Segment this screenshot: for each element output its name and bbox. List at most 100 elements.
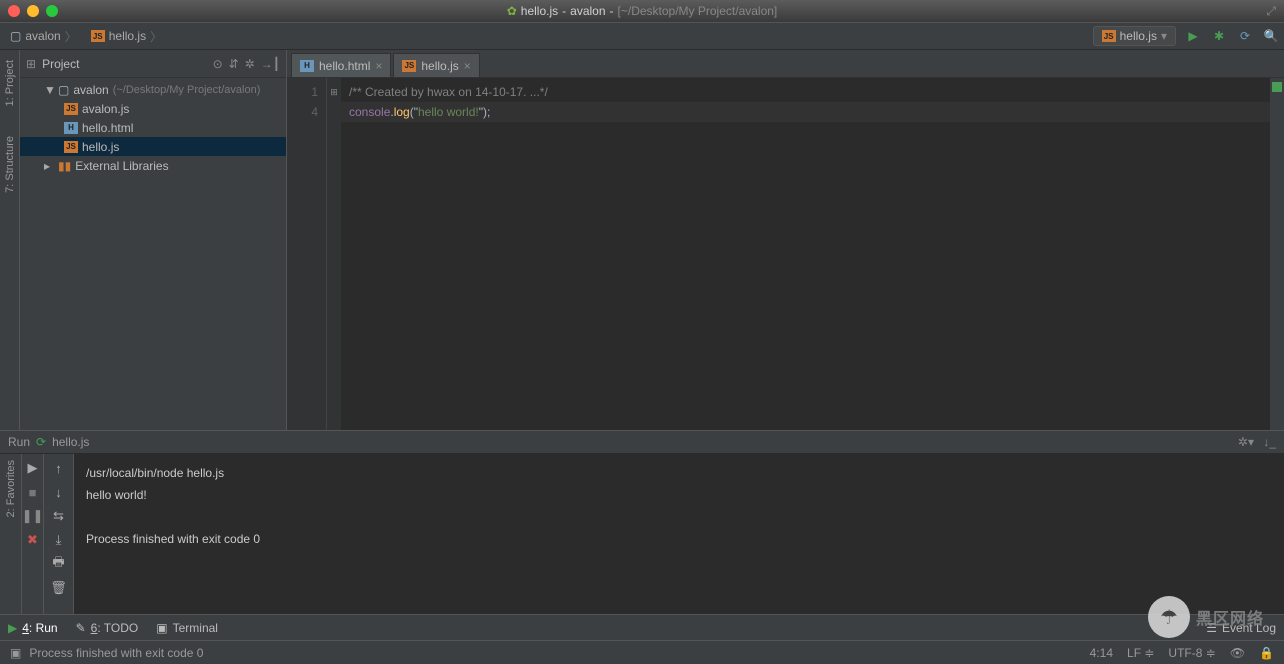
collapse-all-icon[interactable]: ⇵ [229,57,239,71]
tree-root[interactable]: ▼ ▢ avalon (~/Desktop/My Project/avalon) [20,80,286,99]
play-icon: ▶ [8,621,17,635]
close-tab-icon[interactable]: × [464,59,471,73]
tool-window-favorites[interactable]: 2: Favorites [5,460,17,517]
window-controls [8,5,58,17]
tree-file-label: hello.js [82,140,119,154]
project-view-icon[interactable]: ⊞ [26,57,36,71]
status-cursor[interactable]: 4:14 [1090,646,1113,660]
clear-button[interactable]: 🗑 [51,580,67,596]
tool-run[interactable]: ▶ 4: Run [8,621,58,635]
lock-icon[interactable]: 🔒 [1259,646,1274,660]
close-button[interactable]: ✖ [25,532,41,548]
minimize-window-button[interactable] [27,5,39,17]
down-button[interactable]: ↓ [51,484,67,500]
line-number: 4 [287,102,318,122]
tab-hello-html[interactable]: H hello.html × [291,53,391,77]
breadcrumb-item-hellojs[interactable]: JS hello.js 〉 [85,26,168,47]
code-area[interactable]: /** Created by hwax on 14-10-17. ...*/ c… [341,78,1270,430]
editor-area: H hello.html × JS hello.js × 1 4 ⊞ /** C… [287,50,1284,430]
close-window-button[interactable] [8,5,20,17]
tool-window-project[interactable]: 1: Project [4,60,16,106]
stop-button[interactable]: ■ [25,484,41,500]
tool-terminal-label: Terminal [173,621,218,635]
status-window-icon[interactable]: ▣ [10,646,21,660]
update-button[interactable]: ⟳ [1236,27,1254,45]
hide-panel-icon[interactable]: →┃ [261,57,280,71]
folder-icon: ▢ [10,29,21,43]
soft-wrap-button[interactable]: ⇆ [51,508,67,524]
breadcrumb: ▢ avalon 〉 JS hello.js 〉 [4,26,168,47]
print-button[interactable]: 🖶 [51,556,67,572]
tool-run-label: 4: Run [22,621,57,635]
project-panel: ⊞ Project ⊙ ⇵ ✲ →┃ ▼ ▢ avalon (~/Desktop… [20,50,287,430]
titlebar: ✿ hello.js - avalon - [~/Desktop/My Proj… [0,0,1284,22]
tool-terminal[interactable]: ▣ Terminal [156,621,218,635]
code-token: "); [479,105,491,119]
project-title: Project [42,57,207,71]
status-bar: ▣ Process finished with exit code 0 4:14… [0,640,1284,664]
html-file-icon: H [300,60,314,72]
tree-external-libraries[interactable]: ▸ ▮▮ External Libraries [20,156,286,175]
fold-gutter: ⊞ [327,78,341,430]
tab-label: hello.html [319,59,370,73]
code-body[interactable]: 1 4 ⊞ /** Created by hwax on 14-10-17. .… [287,78,1284,430]
fullscreen-icon[interactable]: ⤢ [1266,4,1276,19]
run-button[interactable]: ▶ [1184,27,1202,45]
run-panel-header: Run ⟳ hello.js ✲▾ ↓_ [0,430,1284,454]
tree-file-hello-js[interactable]: JS hello.js [20,137,286,156]
tree-file-avalon-js[interactable]: JS avalon.js [20,99,286,118]
run-left-gutter: 2: Favorites [0,454,22,614]
tool-window-structure[interactable]: 7: Structure [4,136,16,193]
app-icon: ✿ [507,4,517,18]
up-button[interactable]: ↑ [51,460,67,476]
run-config-label: hello.js [1120,29,1157,43]
scroll-to-end-button[interactable]: ⤓ [51,532,67,548]
gear-icon[interactable]: ✲ [245,57,255,71]
console-output[interactable]: /usr/local/bin/node hello.js hello world… [74,454,1284,614]
title-filename: hello.js [521,4,558,18]
tree-root-label: avalon [73,83,108,97]
tool-todo[interactable]: ✎ 6: TODO [76,621,139,635]
js-file-icon: JS [64,103,78,115]
terminal-icon: ▣ [156,621,167,635]
code-token: (" [410,105,418,119]
breadcrumb-label: hello.js [109,29,146,43]
run-tools-gutter: ↑ ↓ ⇆ ⤓ 🖶 🗑 [44,454,74,614]
hide-panel-icon[interactable]: ↓_ [1263,435,1276,449]
js-file-icon: JS [91,30,105,42]
search-button[interactable]: 🔍 [1262,27,1280,45]
title-project: avalon [570,4,605,18]
status-line-ending[interactable]: LF ≑ [1127,646,1154,660]
rerun-button[interactable]: ▶ [25,460,41,476]
chevron-right-icon: 〉 [150,28,162,45]
inspector-icon[interactable]: 👁 [1230,646,1245,660]
fold-expand-icon[interactable]: ⊞ [327,82,341,102]
console-cmd: /usr/local/bin/node hello.js [86,466,224,480]
pause-button[interactable]: ❚❚ [25,508,41,524]
breadcrumb-item-avalon[interactable]: ▢ avalon 〉 [4,26,83,47]
run-config-selector[interactable]: JS hello.js ▾ [1093,26,1176,46]
code-line-active: console.log("hello world!"); [341,102,1270,122]
tree-file-hello-html[interactable]: H hello.html [20,118,286,137]
error-stripe[interactable] [1270,78,1284,430]
gear-icon[interactable]: ✲▾ [1238,435,1254,449]
tab-label: hello.js [421,59,458,73]
tab-hello-js[interactable]: JS hello.js × [393,53,479,77]
scroll-from-source-icon[interactable]: ⊙ [213,57,223,71]
status-message: Process finished with exit code 0 [29,646,203,660]
js-file-icon: JS [1102,30,1116,42]
watermark-text: 黑区网络 [1196,605,1264,629]
bottom-tool-bar: ▶ 4: Run ✎ 6: TODO ▣ Terminal ☰ Event Lo… [0,614,1284,640]
run-actions-gutter: ▶ ■ ❚❚ ✖ [22,454,44,614]
status-encoding[interactable]: UTF-8 ≑ [1168,646,1215,660]
zoom-window-button[interactable] [46,5,58,17]
title-sep: - [562,4,566,18]
tree-root-path: (~/Desktop/My Project/avalon) [113,84,261,96]
debug-button[interactable]: ✱ [1210,27,1228,45]
arrow-right-icon: ▸ [44,159,54,173]
code-token: log [394,105,410,119]
run-header-label: Run [8,435,30,449]
chevron-right-icon: 〉 [65,28,77,45]
html-file-icon: H [64,122,78,134]
close-tab-icon[interactable]: × [375,59,382,73]
